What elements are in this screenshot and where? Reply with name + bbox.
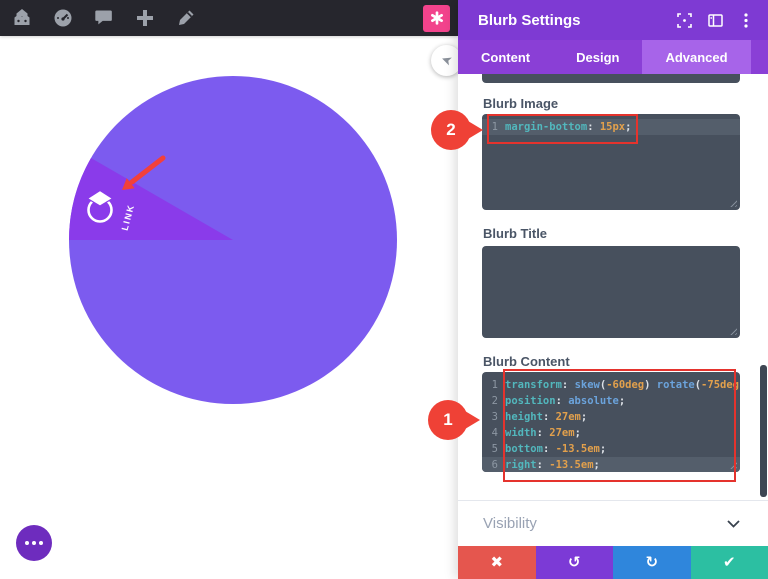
ellipsis-dot: [25, 541, 29, 545]
edit-pencil-icon[interactable]: [175, 7, 197, 29]
redo-button[interactable]: ↻: [613, 546, 691, 579]
panel-scrollbar-thumb[interactable]: [760, 365, 767, 497]
tab-advanced[interactable]: Advanced: [642, 40, 750, 74]
modal-footer: ✖ ↺ ↻ ✔: [458, 546, 768, 579]
code-line[interactable]: 3height: 27em;: [482, 409, 740, 425]
blurb-module-preview[interactable]: LINK: [0, 0, 458, 579]
page-preview-canvas: LINK ➤: [0, 0, 458, 579]
dock-panel-icon[interactable]: [707, 12, 723, 28]
partial-code-field[interactable]: [482, 74, 740, 83]
callout-badge-2: 2: [431, 110, 471, 150]
kebab-menu-icon[interactable]: [738, 12, 754, 28]
comment-icon[interactable]: [93, 7, 115, 29]
blurb-settings-modal: Blurb Settings: [458, 0, 768, 579]
code-line[interactable]: 2position: absolute;: [482, 393, 740, 409]
field-label-blurb-image: Blurb Image: [483, 96, 558, 111]
tab-content[interactable]: Content: [458, 40, 553, 74]
save-button[interactable]: ✔: [691, 546, 768, 579]
field-label-blurb-title: Blurb Title: [483, 226, 547, 241]
ellipsis-dot: [39, 541, 43, 545]
css-editor-blurb-image[interactable]: 1margin-bottom: 15px;: [482, 114, 740, 210]
focus-icon[interactable]: [676, 12, 692, 28]
ellipsis-dot: [32, 541, 36, 545]
code-line[interactable]: 5bottom: -13.5em;: [482, 441, 740, 457]
pages-icon[interactable]: [11, 7, 33, 29]
code-line[interactable]: 1transform: skew(-60deg) rotate(-75deg);: [482, 377, 740, 393]
resize-grip-icon[interactable]: [728, 326, 737, 335]
settings-scroll-area: Blurb Image 1margin-bottom: 15px; Blurb …: [458, 74, 768, 500]
code-line[interactable]: 4width: 27em;: [482, 425, 740, 441]
code-line[interactable]: 6right: -13.5em;: [482, 457, 740, 472]
tab-design[interactable]: Design: [553, 40, 642, 74]
admin-toolbar: [0, 0, 458, 36]
modal-title: Blurb Settings: [478, 12, 581, 29]
settings-tab-bar: Content Design Advanced: [458, 40, 768, 74]
css-editor-blurb-content[interactable]: 1transform: skew(-60deg) rotate(-75deg);…: [482, 372, 740, 472]
callout-badge-1: 1: [428, 400, 468, 440]
field-label-blurb-content: Blurb Content: [483, 354, 570, 369]
modal-header: Blurb Settings: [458, 0, 768, 40]
discard-button[interactable]: ✖: [458, 546, 536, 579]
visibility-section-toggle[interactable]: Visibility: [458, 500, 768, 546]
undo-button[interactable]: ↺: [536, 546, 614, 579]
chevron-down-icon: [727, 520, 740, 528]
css-editor-blurb-title[interactable]: [482, 246, 740, 338]
resize-grip-icon[interactable]: [728, 198, 737, 207]
divi-asterisk-icon: [429, 10, 445, 26]
visibility-label: Visibility: [483, 515, 537, 532]
cursor-arrow-icon: ➤: [439, 53, 454, 69]
dashboard-gauge-icon[interactable]: [52, 7, 74, 29]
add-plus-icon[interactable]: [134, 7, 156, 29]
divi-builder-screen: LINK ➤ Blurb Settings: [0, 0, 768, 579]
code-line[interactable]: 1margin-bottom: 15px;: [482, 119, 740, 135]
page-settings-fab[interactable]: [16, 525, 52, 561]
divi-builder-button[interactable]: [423, 5, 450, 32]
